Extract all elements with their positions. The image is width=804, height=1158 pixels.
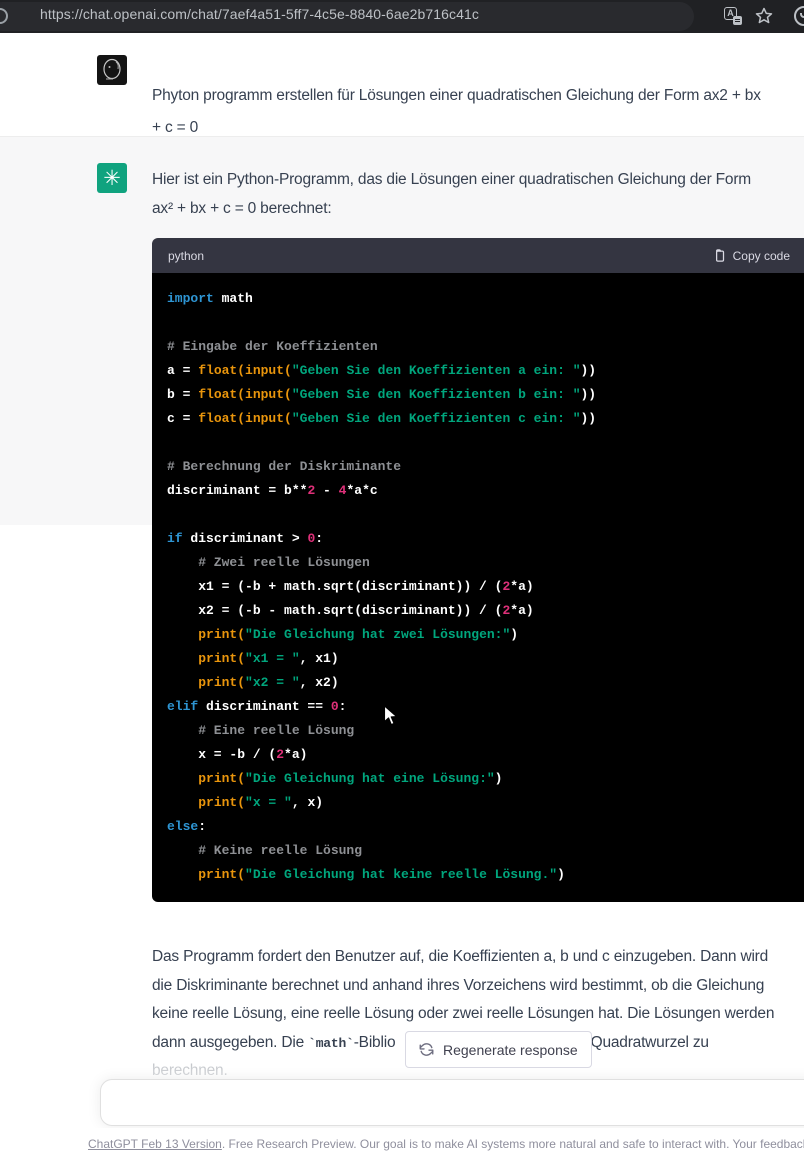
chatgpt-page: https://chat.openai.com/chat/7aef4a51-5f… — [0, 0, 804, 1158]
code-line: x1 = (-b + math.sqrt(discriminant)) / (2… — [167, 575, 804, 599]
code-line: else: — [167, 815, 804, 839]
code-line: if discriminant > 0: — [167, 527, 804, 551]
code-line: discriminant = b**2 - 4*a*c — [167, 479, 804, 503]
regenerate-response-button[interactable]: Regenerate response — [405, 1031, 592, 1068]
explanation-line: Das Programm fordert den Benutzer auf, d… — [152, 943, 804, 972]
refresh-icon — [419, 1042, 434, 1057]
code-line: print("Die Gleichung hat eine Lösung:") — [167, 767, 804, 791]
code-language-label: python — [168, 249, 204, 263]
translate-icon[interactable]: A — [724, 7, 742, 25]
assistant-message-row: ✳ Hier ist ein Python-Programm, das die … — [0, 137, 804, 1158]
code-line: x = -b / (2*a) — [167, 743, 804, 767]
message-input[interactable] — [100, 1079, 804, 1126]
user-message-row: Phyton programm erstellen für Lösungen e… — [0, 33, 804, 137]
user-message-line: Phyton programm erstellen für Lösungen e… — [152, 80, 761, 112]
explanation-line: keine reelle Lösung, eine reelle Lösung … — [152, 1000, 804, 1029]
chatgpt-logo-icon: ✳ — [97, 163, 127, 193]
code-line: # Keine reelle Lösung — [167, 839, 804, 863]
assistant-intro-line: ax² + bx + c = 0 berechnet: — [152, 194, 751, 223]
mouse-cursor-icon — [383, 705, 400, 732]
bookmark-star-icon[interactable] — [754, 6, 774, 26]
code-line — [167, 311, 804, 335]
version-link[interactable]: ChatGPT Feb 13 Version — [88, 1137, 222, 1151]
footer-disclaimer: . Free Research Preview. Our goal is to … — [222, 1137, 804, 1151]
code-line: print("x1 = ", x1) — [167, 647, 804, 671]
code-line: print("Die Gleichung hat zwei Lösungen:"… — [167, 623, 804, 647]
url-text[interactable]: https://chat.openai.com/chat/7aef4a51-5f… — [40, 6, 479, 22]
footer-text: ChatGPT Feb 13 Version. Free Research Pr… — [88, 1137, 804, 1151]
code-block: python Copy code import math # Eingabe d… — [152, 238, 804, 902]
code-line: print("Die Gleichung hat keine reelle Lö… — [167, 863, 804, 887]
regenerate-label: Regenerate response — [443, 1042, 578, 1058]
footer: ChatGPT Feb 13 Version. Free Research Pr… — [0, 1128, 804, 1158]
code-line: print("x2 = ", x2) — [167, 671, 804, 695]
code-line: b = float(input("Geben Sie den Koeffizie… — [167, 383, 804, 407]
code-line: x2 = (-b - math.sqrt(discriminant)) / (2… — [167, 599, 804, 623]
code-line: c = float(input("Geben Sie den Koeffizie… — [167, 407, 804, 431]
code-line — [167, 503, 804, 527]
code-line: print("x = ", x) — [167, 791, 804, 815]
code-line: a = float(input("Geben Sie den Koeffizie… — [167, 359, 804, 383]
code-line: # Eine reelle Lösung — [167, 719, 804, 743]
user-message-text: Phyton programm erstellen für Lösungen e… — [152, 80, 761, 144]
assistant-intro-text: Hier ist ein Python-Programm, das die Lö… — [152, 165, 751, 223]
inline-code-math: `math` — [308, 1036, 354, 1051]
code-line: # Eingabe der Koeffizienten — [167, 335, 804, 359]
clipboard-icon — [711, 248, 726, 263]
code-lines: import math # Eingabe der Koeffizientena… — [152, 273, 804, 902]
browser-address-bar: https://chat.openai.com/chat/7aef4a51-5f… — [0, 0, 804, 33]
browser-profile-icon[interactable] — [794, 6, 804, 26]
user-avatar — [97, 55, 127, 85]
code-line: # Berechnung der Diskriminante — [167, 455, 804, 479]
copy-code-button[interactable]: Copy code — [711, 248, 790, 263]
code-line: # Zwei reelle Lösungen — [167, 551, 804, 575]
code-line: import math — [167, 287, 804, 311]
explanation-line: die Diskriminante berechnet und anhand i… — [152, 972, 804, 1001]
copy-code-label: Copy code — [733, 249, 790, 263]
code-block-header: python Copy code — [152, 238, 804, 273]
code-line: elif discriminant == 0: — [167, 695, 804, 719]
code-line — [167, 431, 804, 455]
assistant-intro-line: Hier ist ein Python-Programm, das die Lö… — [152, 165, 751, 194]
